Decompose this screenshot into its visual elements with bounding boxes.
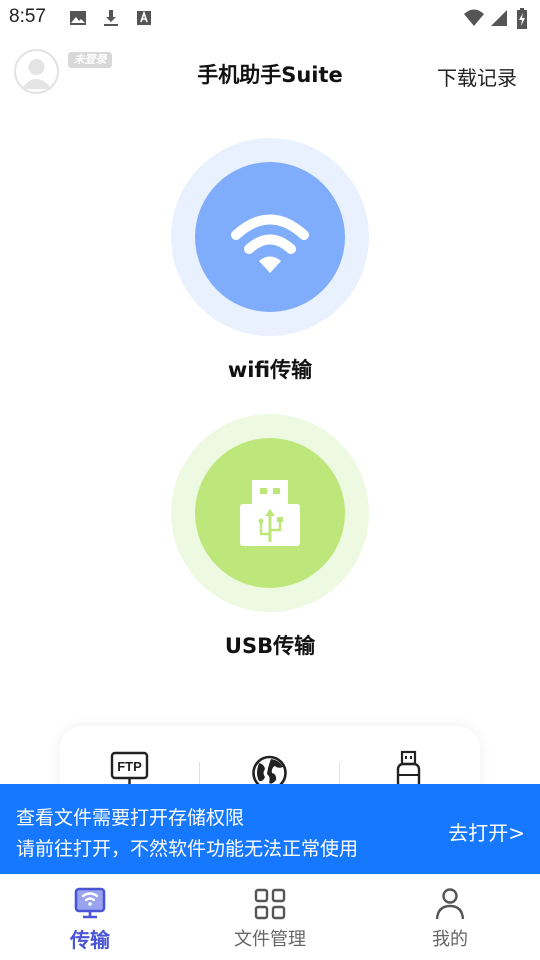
- bottom-nav: 传输 文件管理 我的: [0, 874, 540, 960]
- tab-mine[interactable]: 我的: [360, 874, 540, 960]
- battery-icon: [516, 8, 528, 34]
- screen: 8:57 未登录 手机助手Suite 下载记录 wifi传输 USB传输 FTP…: [0, 0, 540, 960]
- font-icon: [134, 8, 154, 32]
- tab-file-manager[interactable]: 文件管理: [180, 874, 360, 960]
- usb-transfer-button[interactable]: [171, 414, 369, 612]
- tab-file-manager-label: 文件管理: [234, 929, 306, 950]
- wifi-transfer-label[interactable]: wifi传输: [0, 354, 540, 384]
- permission-banner[interactable]: 查看文件需要打开存储权限 请前往打开，不然软件功能无法正常使用 去打开>: [0, 784, 540, 874]
- banner-line-1: 查看文件需要打开存储权限: [16, 807, 245, 829]
- wifi-icon: [231, 214, 309, 273]
- tab-mine-label: 我的: [432, 929, 468, 950]
- person-icon: [435, 888, 465, 920]
- download-log-button[interactable]: 下载记录: [437, 62, 517, 91]
- usb-transfer-label[interactable]: USB传输: [0, 630, 540, 660]
- cell-signal-icon: [489, 8, 509, 32]
- ftp-icon-label: FTP: [117, 759, 142, 774]
- status-time: 8:57: [9, 6, 46, 27]
- tab-transfer[interactable]: 传输: [0, 874, 180, 960]
- image-icon: [68, 8, 88, 32]
- usb-icon: [240, 480, 300, 546]
- transfer-icon: [74, 887, 106, 919]
- status-bar: 8:57: [0, 0, 540, 36]
- wifi-circle: [195, 162, 345, 312]
- tab-transfer-label: 传输: [70, 928, 110, 952]
- open-permission-button[interactable]: 去打开>: [448, 817, 525, 846]
- download-icon: [101, 8, 121, 32]
- wifi-transfer-button[interactable]: [171, 138, 369, 336]
- grid-icon: [254, 888, 286, 920]
- wifi-signal-icon: [463, 8, 485, 32]
- usb-circle: [195, 438, 345, 588]
- banner-line-2: 请前往打开，不然软件功能无法正常使用: [16, 838, 359, 860]
